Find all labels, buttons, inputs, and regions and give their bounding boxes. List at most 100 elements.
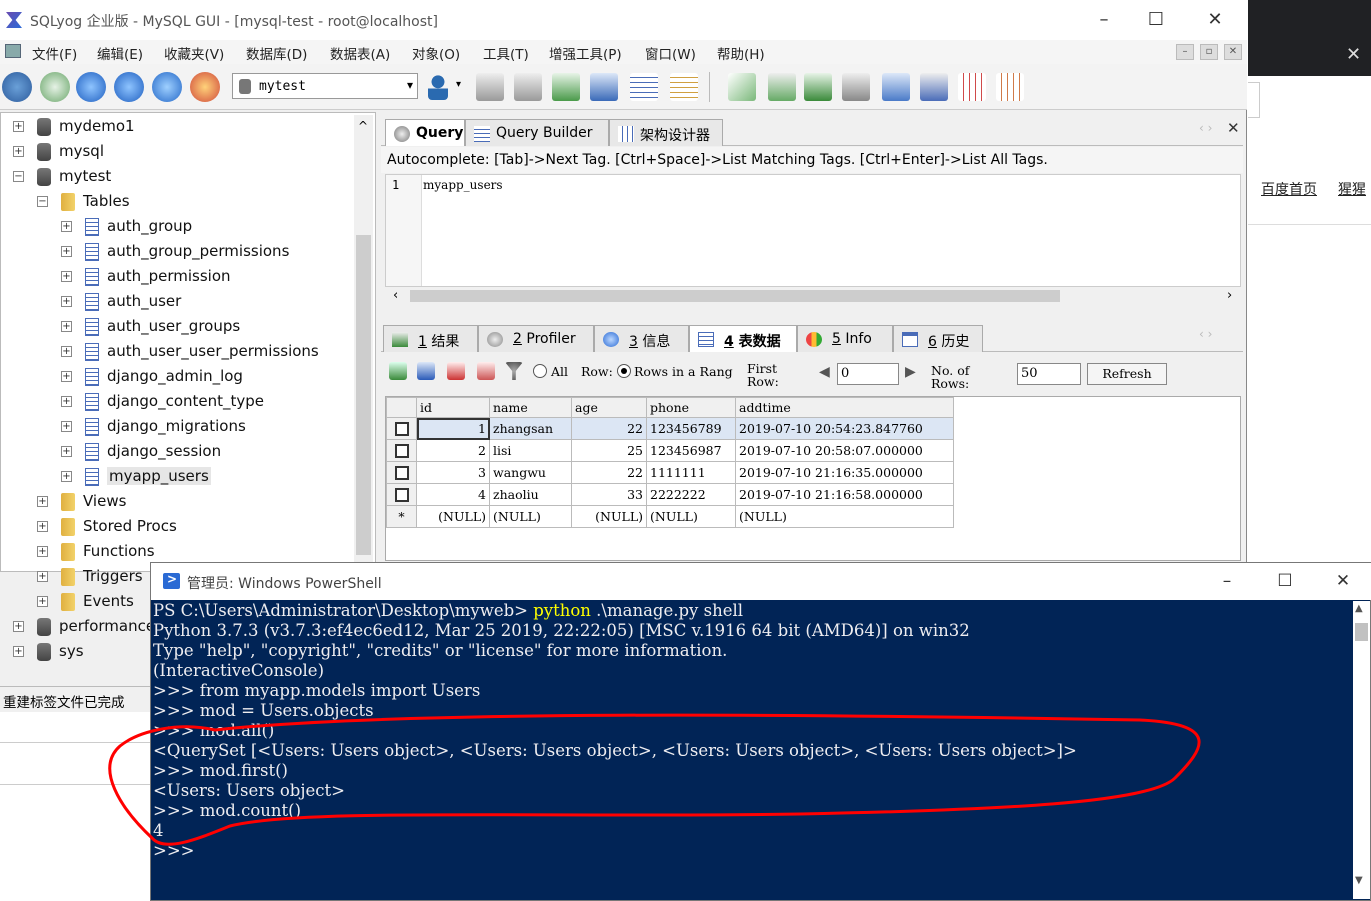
prev-page-icon[interactable]: ◀ bbox=[819, 364, 830, 380]
table-data-icon[interactable] bbox=[630, 73, 658, 101]
menu-window[interactable]: 窗口(W) bbox=[645, 43, 696, 63]
rows-range-radio[interactable] bbox=[617, 364, 631, 378]
grid-cell-age[interactable]: 22 bbox=[571, 417, 647, 440]
tree-table-django-admin-log[interactable]: + django_admin_log bbox=[1, 365, 353, 390]
new-row[interactable]: * (NULL) (NULL) (NULL) (NULL) (NULL) bbox=[386, 505, 954, 528]
tab-scroll-arrows[interactable]: ‹ › bbox=[1199, 121, 1212, 135]
tree-table-auth-group-permissions[interactable]: + auth_group_permissions bbox=[1, 240, 353, 265]
row-checkbox[interactable] bbox=[386, 461, 417, 484]
grid-cell-id[interactable]: 2 bbox=[416, 439, 490, 462]
connect-icon[interactable] bbox=[2, 72, 32, 102]
save-icon[interactable] bbox=[417, 362, 435, 380]
expand-icon[interactable]: + bbox=[61, 271, 72, 282]
filter-icon[interactable] bbox=[505, 362, 523, 380]
table-row[interactable]: 2 lisi 25 123456987 2019-07-10 20:58:07.0000… bbox=[386, 439, 954, 462]
expand-icon[interactable]: + bbox=[61, 321, 72, 332]
tab-query-builder[interactable]: Query Builder bbox=[465, 119, 609, 146]
tab-query[interactable]: Query bbox=[385, 119, 465, 146]
editor-text[interactable]: myapp_users bbox=[423, 178, 503, 192]
table-row[interactable]: 4 zhaoliu 33 2222222 2019-07-10 21:16:58.000… bbox=[386, 483, 954, 506]
scroll-thumb[interactable] bbox=[1355, 623, 1368, 641]
column-header-age[interactable]: age bbox=[571, 397, 647, 418]
scroll-thumb[interactable] bbox=[410, 290, 1060, 302]
grid-cell-phone[interactable]: 123456789 bbox=[646, 417, 736, 440]
menu-database[interactable]: 数据库(D) bbox=[246, 43, 307, 63]
minimize-icon[interactable]: – bbox=[1215, 571, 1239, 593]
grid-cell-name[interactable]: lisi bbox=[489, 439, 572, 462]
close-icon[interactable]: ✕ bbox=[1205, 10, 1225, 30]
console-scrollbar[interactable]: ▲ ▼ bbox=[1353, 601, 1370, 899]
expand-icon[interactable]: + bbox=[37, 521, 48, 532]
refresh-button[interactable]: Refresh bbox=[1087, 363, 1167, 385]
null-cell[interactable]: (NULL) bbox=[735, 505, 954, 528]
expand-icon[interactable]: + bbox=[37, 546, 48, 557]
close-tab-icon[interactable]: ✕ bbox=[1227, 119, 1240, 137]
maximize-icon[interactable]: ☐ bbox=[1146, 10, 1166, 30]
null-cell[interactable]: (NULL) bbox=[646, 505, 736, 528]
mdi-doc-icon[interactable] bbox=[5, 44, 21, 58]
powershell-console[interactable]: PS C:\Users\Administrator\Desktop\myweb>… bbox=[153, 601, 1351, 897]
column-header-name[interactable]: name bbox=[489, 397, 572, 418]
menu-file[interactable]: 文件(F) bbox=[32, 43, 77, 63]
grid-cell-name[interactable]: zhaoliu bbox=[489, 483, 572, 506]
menu-help[interactable]: 帮助(H) bbox=[717, 43, 765, 63]
grid-cell-phone[interactable]: 123456987 bbox=[646, 439, 736, 462]
insert-row-icon[interactable] bbox=[389, 362, 407, 380]
row-checkbox[interactable] bbox=[386, 417, 417, 440]
collapse-icon[interactable]: − bbox=[13, 171, 24, 182]
browser-link[interactable]: 猩猩 bbox=[1338, 179, 1366, 199]
user-manager-icon[interactable] bbox=[428, 74, 448, 100]
tree-db-mytest[interactable]: − mytest bbox=[1, 165, 353, 190]
tree-folder-stored-procs[interactable]: + Stored Procs bbox=[1, 515, 353, 540]
tree-table-auth-user-user-permissions[interactable]: + auth_user_user_permissions bbox=[1, 340, 353, 365]
expand-icon[interactable]: + bbox=[61, 421, 72, 432]
create-table-icon[interactable] bbox=[476, 73, 504, 101]
tab-schema-designer[interactable]: 架构设计器 bbox=[609, 119, 723, 146]
import-icon[interactable] bbox=[552, 73, 580, 101]
backup-icon[interactable] bbox=[768, 73, 796, 101]
sync-icon[interactable] bbox=[804, 73, 832, 101]
tab-profiler[interactable]: 2 Profiler bbox=[478, 325, 594, 352]
tree-table-auth-user[interactable]: + auth_user bbox=[1, 290, 353, 315]
grid-cell-id[interactable]: 3 bbox=[416, 461, 490, 484]
new-connection-icon[interactable] bbox=[40, 72, 70, 102]
tree-folder-views[interactable]: + Views bbox=[1, 490, 353, 515]
refresh-icon[interactable] bbox=[152, 72, 182, 102]
tree-table-auth-group[interactable]: + auth_group bbox=[1, 215, 353, 240]
execute-query-icon[interactable] bbox=[76, 72, 106, 102]
tree-table-auth-user-groups[interactable]: + auth_user_groups bbox=[1, 315, 353, 340]
expand-icon[interactable]: + bbox=[61, 471, 72, 482]
tree-table-django-content-type[interactable]: + django_content_type bbox=[1, 390, 353, 415]
tab-scroll-arrows[interactable]: ‹ › bbox=[1199, 327, 1212, 341]
cancel-changes-icon[interactable] bbox=[477, 362, 495, 380]
menu-objects[interactable]: 对象(O) bbox=[412, 43, 460, 63]
expand-icon[interactable]: + bbox=[13, 621, 24, 632]
execute-all-icon[interactable] bbox=[114, 72, 144, 102]
expand-icon[interactable]: + bbox=[61, 221, 72, 232]
maximize-icon[interactable]: ☐ bbox=[1273, 571, 1297, 593]
row-checkbox[interactable] bbox=[386, 439, 417, 462]
expand-icon[interactable]: + bbox=[61, 246, 72, 257]
expand-icon[interactable]: + bbox=[37, 571, 48, 582]
tree-folder-tables[interactable]: − Tables bbox=[1, 190, 353, 215]
editor-hscrollbar[interactable]: ‹ › bbox=[385, 287, 1241, 305]
query-profiler-icon[interactable] bbox=[996, 73, 1024, 101]
mdi-minimize-icon[interactable]: – bbox=[1176, 44, 1194, 60]
title-bar[interactable]: SQLyog 企业版 - MySQL GUI - [mysql-test - r… bbox=[0, 0, 1247, 40]
column-header-id[interactable]: id bbox=[416, 397, 490, 418]
data-transfer-icon[interactable] bbox=[842, 73, 870, 101]
tab-messages[interactable]: 3 信息 bbox=[594, 325, 689, 352]
object-browser-scrollbar[interactable]: ^ bbox=[354, 115, 373, 570]
menu-table[interactable]: 数据表(A) bbox=[330, 43, 390, 63]
sql-editor[interactable]: 1 myapp_users bbox=[385, 174, 1241, 287]
column-header-addtime[interactable]: addtime bbox=[735, 397, 954, 418]
tree-db-mysql[interactable]: + mysql bbox=[1, 140, 353, 165]
tree-db-mydemo1[interactable]: + mydemo1 bbox=[1, 115, 353, 140]
null-cell[interactable]: (NULL) bbox=[571, 505, 647, 528]
tab-result[interactable]: 1 结果 bbox=[383, 325, 478, 352]
scroll-thumb[interactable] bbox=[356, 235, 371, 555]
schema-compare-icon[interactable] bbox=[958, 73, 986, 101]
table-row[interactable]: 3 wangwu 22 1111111 2019-07-10 21:16:35.0000… bbox=[386, 461, 954, 484]
expand-icon[interactable]: + bbox=[37, 496, 48, 507]
grid-cell-addtime[interactable]: 2019-07-10 21:16:35.000000 bbox=[735, 461, 954, 484]
